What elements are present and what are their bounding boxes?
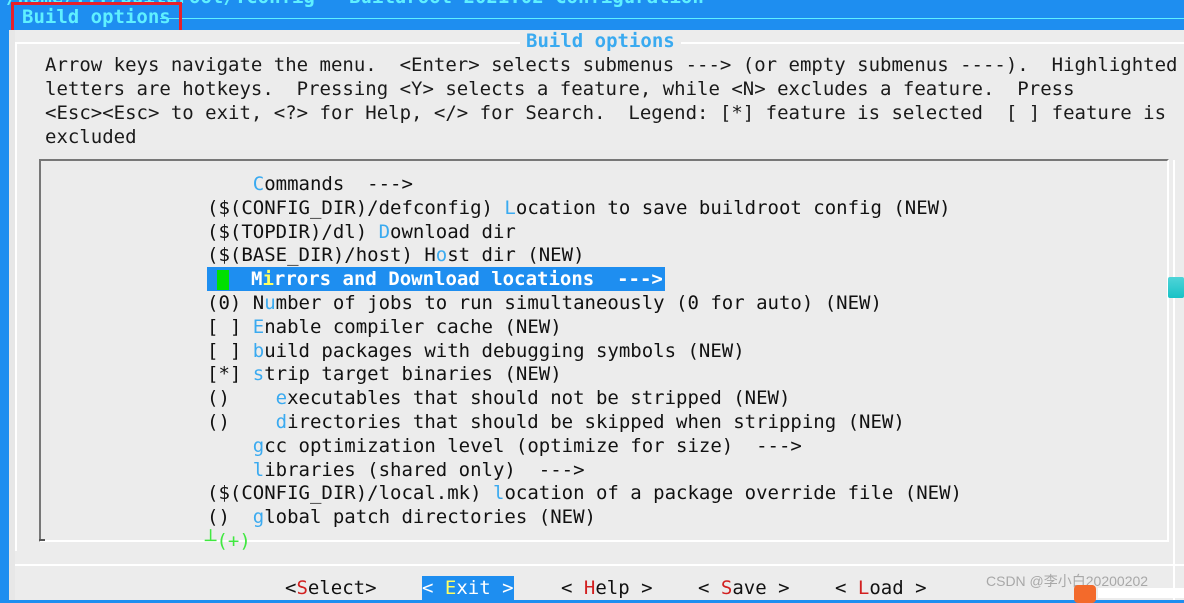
menu-item-label: ocation of a package override file (NEW)	[504, 482, 962, 505]
menu-item[interactable]: (0) Number of jobs to run simultaneously…	[207, 291, 882, 315]
menu-item-prefix	[207, 173, 253, 195]
menu-item-prefix: [ ]	[207, 339, 253, 362]
menu-item[interactable]: gcc optimization level (optimize for siz…	[207, 434, 802, 458]
dialog-title: Build options	[520, 30, 681, 52]
button-label-part: elect>	[307, 577, 377, 599]
menu-item[interactable]: [ ] Enable compiler cache (NEW)	[207, 315, 562, 339]
cursor-block	[217, 269, 229, 290]
menu-item-prefix: M	[251, 268, 263, 291]
menu-item-hotkey: C	[252, 173, 265, 195]
menu-item-label: ocation to save buildroot config (NEW)	[515, 196, 951, 219]
menu-item-label: irectories that should be skipped when s…	[287, 411, 905, 433]
button-separator	[15, 564, 1184, 566]
menu-item-hotkey: D	[378, 220, 391, 243]
menu-item[interactable]: ($(TOPDIR)/dl) Download dir	[207, 220, 516, 244]
button-hotkey: E	[444, 577, 457, 599]
menu-item-label: rrors and Download locations --->	[273, 268, 663, 291]
menu-item-label: ownload dir	[390, 220, 516, 243]
menu-item-hotkey: E	[252, 315, 265, 338]
exit-button[interactable]: < Exit >	[422, 576, 514, 600]
menu-item-hotkey: s	[252, 363, 265, 386]
button-label-part: elp >	[595, 577, 653, 599]
menu-item-label: ommands --->	[264, 173, 413, 195]
select-button[interactable]: <Select>	[285, 576, 377, 600]
title-divider	[160, 18, 1184, 19]
menu-box-corner	[39, 539, 45, 541]
scrollbar-handle[interactable]	[1168, 277, 1184, 298]
menu-item-hotkey: e	[275, 387, 288, 410]
menu-item-prefix	[207, 435, 253, 457]
menu-item-prefix: ($(TOPDIR)/dl)	[207, 220, 379, 243]
menu-item-prefix: [*]	[207, 363, 253, 386]
button-hotkey: H	[583, 577, 596, 599]
menu-item-hotkey: b	[252, 339, 265, 362]
menu-item-label: lobal patch directories (NEW)	[264, 506, 596, 529]
menu-item-prefix: ($(CONFIG_DIR)/local.mk)	[207, 482, 493, 505]
menu-item[interactable]: ($(CONFIG_DIR)/defconfig) Location to sa…	[207, 196, 951, 220]
button-label-part: xit >	[456, 577, 514, 599]
menu-item-prefix: [ ]	[207, 315, 253, 338]
menu-item-label: st dir (NEW)	[447, 244, 585, 267]
menu-item-hotkey: l	[252, 458, 265, 481]
menu-item-prefix	[207, 459, 253, 481]
menu-item-hotkey: d	[275, 411, 288, 433]
menu-item-prefix: ()	[207, 411, 276, 433]
button-label-part: <	[561, 577, 584, 599]
help-text-line: excluded	[45, 126, 137, 148]
menu-item-label: trip target binaries (NEW)	[264, 363, 562, 386]
more-items-indicator: ┴(+)	[205, 530, 251, 552]
window-edge	[1173, 160, 1175, 600]
menu-item-prefix: ($(BASE_DIR)/host) H	[207, 244, 436, 267]
menu-item-prefix: (0) N	[207, 292, 265, 314]
menu-item-hotkey: o	[435, 244, 448, 267]
button-hotkey: L	[857, 577, 870, 599]
button-label-part: <	[835, 577, 858, 599]
menu-item-hotkey: g	[252, 434, 265, 457]
help-text-line: Arrow keys navigate the menu. <Enter> se…	[45, 54, 1178, 76]
menu-item[interactable]: Commands --->	[207, 172, 413, 196]
button-hotkey: S	[720, 577, 733, 599]
menu-item[interactable]: [ ] build packages with debugging symbol…	[207, 339, 745, 363]
menu-item-hotkey: l	[492, 482, 505, 505]
menu-item-hotkey: u	[264, 292, 276, 314]
menu-item-label: ibraries (shared only) --->	[264, 458, 585, 481]
menu-item-label: nable compiler cache (NEW)	[264, 315, 562, 338]
menu-item-prefix: ()	[207, 387, 276, 410]
help-button[interactable]: < Help >	[561, 576, 653, 600]
menu-item[interactable]: ($(CONFIG_DIR)/local.mk) location of a p…	[207, 481, 962, 505]
menu-item[interactable]: libraries (shared only) --->	[207, 458, 585, 482]
menu-item-label: xecutables that should not be stripped (…	[287, 387, 791, 410]
menu-item-label: uild packages with debugging symbols (NE…	[264, 339, 745, 362]
menu-item-label: cc optimization level (optimize for size…	[264, 434, 802, 457]
button-label-part: <	[422, 577, 445, 599]
menu-item-hotkey: g	[252, 506, 265, 529]
menu-item-hotkey: i	[262, 268, 274, 291]
menu-item[interactable]: () executables that should not be stripp…	[207, 386, 790, 410]
menu-item[interactable]: () global patch directories (NEW)	[207, 505, 596, 529]
button-label-part: <	[698, 577, 721, 599]
menu-item-prefix: ()	[207, 506, 253, 529]
load-button[interactable]: < Load >	[835, 576, 927, 600]
menu-item-label: mber of jobs to run simultaneously (0 fo…	[275, 292, 882, 314]
help-text-line: letters are hotkeys. Pressing <Y> select…	[45, 78, 1075, 100]
button-hotkey: S	[296, 577, 308, 599]
menu-item[interactable]: ($(BASE_DIR)/host) Host dir (NEW)	[207, 243, 585, 267]
menu-item[interactable]: () directories that should be skipped wh…	[207, 410, 905, 434]
menu-item-prefix: ($(CONFIG_DIR)/defconfig)	[207, 196, 505, 219]
help-text-line: <Esc><Esc> to exit, <?> for Help, </> fo…	[45, 102, 1167, 124]
menu-item-selected[interactable]: Mirrors and Download locations --->	[207, 267, 665, 292]
button-label-part: <	[285, 577, 297, 599]
save-button[interactable]: < Save >	[698, 576, 790, 600]
csdn-logo-icon	[1074, 585, 1096, 603]
menu-item-hotkey: L	[504, 196, 516, 219]
button-label-part: oad >	[869, 577, 927, 599]
csdn-toolbar	[1098, 588, 1184, 598]
menu-item[interactable]: [*] strip target binaries (NEW)	[207, 362, 562, 386]
button-label-part: ave >	[732, 577, 790, 599]
